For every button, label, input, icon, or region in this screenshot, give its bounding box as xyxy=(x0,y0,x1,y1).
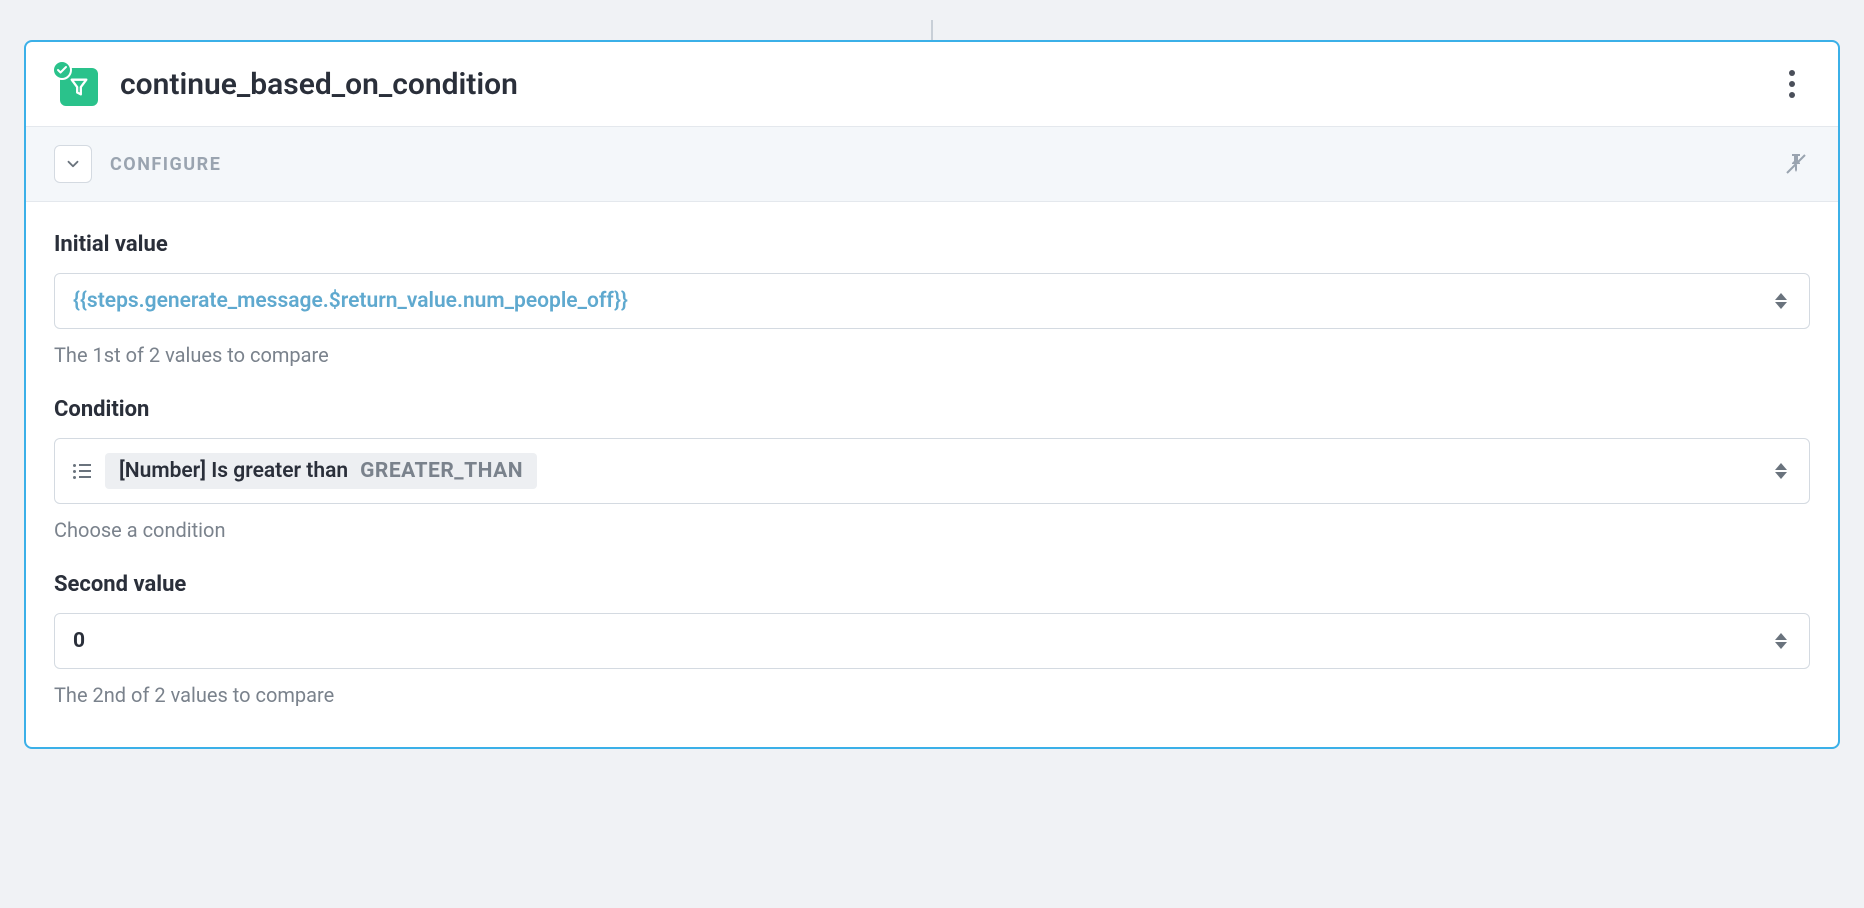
field-second-value: Second value 0 The 2nd of 2 values to co… xyxy=(54,572,1810,707)
configure-bar: CONFIGURE xyxy=(26,126,1838,202)
list-icon xyxy=(73,464,91,479)
initial-value-content: {{steps.generate_message.$return_value.n… xyxy=(73,289,1771,313)
condition-label: Condition xyxy=(54,397,1810,422)
condition-content: [Number] Is greater than GREATER_THAN xyxy=(73,453,1771,489)
second-value-content: 0 xyxy=(73,629,1771,653)
initial-value-help: The 1st of 2 values to compare xyxy=(54,343,1810,367)
kebab-dot-icon xyxy=(1789,81,1795,87)
select-caret-icon xyxy=(1771,463,1791,479)
condition-chip-primary: [Number] Is greater than xyxy=(119,459,348,483)
initial-value-input[interactable]: {{steps.generate_message.$return_value.n… xyxy=(54,273,1810,329)
kebab-dot-icon xyxy=(1789,70,1795,76)
initial-value-label: Initial value xyxy=(54,232,1810,257)
second-value-label: Second value xyxy=(54,572,1810,597)
field-initial-value: Initial value {{steps.generate_message.$… xyxy=(54,232,1810,367)
step-card: continue_based_on_condition CONFIGURE In… xyxy=(24,40,1840,749)
check-badge-icon xyxy=(52,60,72,80)
kebab-dot-icon xyxy=(1789,92,1795,98)
field-condition: Condition [Number] Is greater than GREAT… xyxy=(54,397,1810,542)
condition-chip: [Number] Is greater than GREATER_THAN xyxy=(105,453,537,489)
condition-chip-secondary: GREATER_THAN xyxy=(360,459,523,483)
pin-button[interactable] xyxy=(1782,150,1810,178)
unpin-icon xyxy=(1784,152,1808,176)
condition-input[interactable]: [Number] Is greater than GREATER_THAN xyxy=(54,438,1810,504)
form-body: Initial value {{steps.generate_message.$… xyxy=(26,202,1838,747)
configure-label: CONFIGURE xyxy=(110,154,1764,175)
collapse-toggle-button[interactable] xyxy=(54,145,92,183)
second-value-input[interactable]: 0 xyxy=(54,613,1810,669)
second-value-help: The 2nd of 2 values to compare xyxy=(54,683,1810,707)
step-title[interactable]: continue_based_on_condition xyxy=(120,67,1752,102)
step-icon xyxy=(54,62,98,106)
workflow-connector-line xyxy=(931,20,933,40)
chevron-down-icon xyxy=(64,155,82,173)
condition-help: Choose a condition xyxy=(54,518,1810,542)
select-caret-icon xyxy=(1771,633,1791,649)
card-header: continue_based_on_condition xyxy=(26,42,1838,126)
more-options-button[interactable] xyxy=(1774,66,1810,102)
select-caret-icon xyxy=(1771,293,1791,309)
